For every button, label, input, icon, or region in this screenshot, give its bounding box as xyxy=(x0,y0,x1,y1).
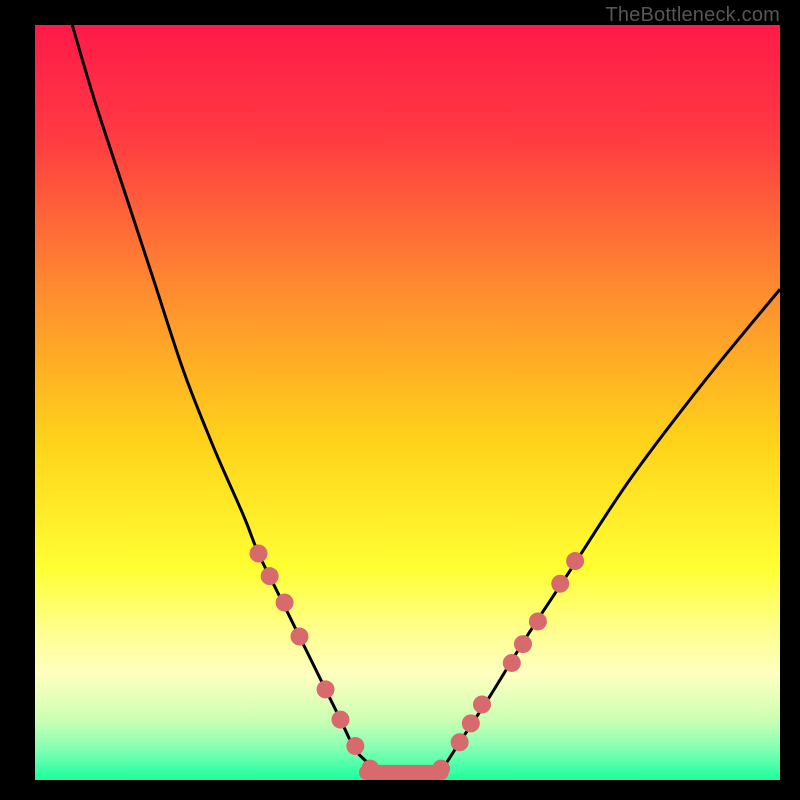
chart-frame xyxy=(35,25,780,780)
data-marker xyxy=(551,575,569,593)
bottleneck-chart xyxy=(35,25,780,780)
data-marker xyxy=(514,635,532,653)
data-marker xyxy=(261,567,279,585)
data-marker xyxy=(346,737,364,755)
gradient-background xyxy=(35,25,780,780)
data-marker xyxy=(529,612,547,630)
data-marker xyxy=(462,714,480,732)
data-marker xyxy=(451,733,469,751)
data-marker xyxy=(331,711,349,729)
data-marker xyxy=(566,552,584,570)
data-marker xyxy=(317,680,335,698)
data-marker xyxy=(473,696,491,714)
data-marker xyxy=(432,760,450,778)
data-marker xyxy=(276,594,294,612)
data-marker xyxy=(503,654,521,672)
data-marker xyxy=(290,628,308,646)
watermark-text: TheBottleneck.com xyxy=(605,4,780,27)
data-marker xyxy=(250,545,268,563)
